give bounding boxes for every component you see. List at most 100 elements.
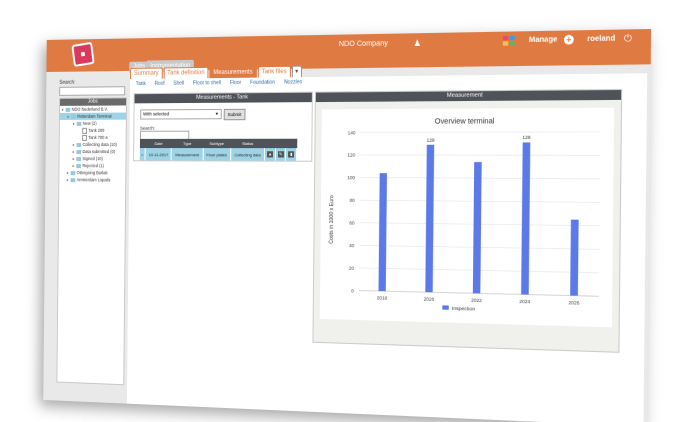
y-tick-label: 100 — [347, 175, 355, 180]
jobs-tree: Jobs ▸NDO Nederland B.V.▸Rotterdam Termi… — [56, 97, 127, 385]
tree-item-label: Tank 209 — [88, 128, 104, 133]
cell-status: Collecting data — [230, 148, 264, 160]
data-label: 128 — [522, 135, 531, 140]
folder-icon — [76, 143, 81, 147]
tree-item-label: Signed (10) — [82, 156, 102, 161]
col-action-2 — [275, 139, 286, 148]
y-tick-label: 140 — [348, 130, 356, 135]
folder-icon — [76, 157, 81, 161]
tree-item-label: Data submitted (0) — [82, 149, 115, 154]
sidebar-search-label: Search: — [59, 80, 75, 86]
x-tick-label: 2024 — [519, 299, 531, 305]
folder-icon — [71, 178, 76, 182]
col-status[interactable]: Status — [231, 139, 265, 148]
x-tick-label: 2026 — [568, 300, 580, 306]
cell-delete: ▮ — [286, 148, 297, 161]
cell-type: Measurement — [171, 148, 202, 160]
folder-icon — [66, 108, 71, 112]
bar-2018[interactable] — [378, 173, 386, 291]
tree-item-label: NDO Nederland B.V. — [72, 107, 108, 112]
bar-2022[interactable] — [473, 162, 482, 293]
cell-date: 10-11-2017 — [145, 148, 171, 160]
y-tick-label: 40 — [349, 243, 355, 248]
col-action-3 — [286, 139, 297, 148]
bar-2020[interactable] — [425, 145, 434, 293]
col-type[interactable]: Type — [172, 139, 203, 148]
folder-icon — [71, 171, 76, 175]
folder-icon — [77, 122, 82, 126]
y-tick-label: 80 — [350, 198, 356, 203]
measurement-chart-panel: Measurement Overview terminal Costs in 1… — [312, 89, 622, 353]
col-date[interactable]: Date — [145, 139, 171, 148]
power-icon[interactable]: ⏻ — [624, 33, 632, 45]
subtab-nozzles[interactable]: Nozzles — [284, 79, 302, 85]
subtab-shell[interactable]: Shell — [173, 80, 184, 86]
measurements-panel: Measurements - Tank With selected ▼ Subm… — [133, 92, 313, 162]
trash-icon[interactable]: ▮ — [288, 151, 294, 157]
cell-upload: ▲ — [265, 148, 276, 160]
tree-item[interactable]: Tank 700 a — [60, 134, 126, 141]
x-tick-label: 2018 — [377, 295, 388, 301]
subtab-roof[interactable]: Roof — [154, 81, 164, 87]
cell-subtype: Floor plates — [203, 148, 231, 160]
legend-item-inspection[interactable]: Inspection — [452, 306, 476, 313]
measurement-panel-title: Measurement — [316, 90, 621, 102]
cell-edit: ✎ — [275, 148, 286, 161]
bulk-action-select[interactable]: With selected ▼ — [140, 109, 222, 120]
sub-tabs: Tank Roof Shell Floor to shell Floor Fou… — [136, 79, 302, 87]
folder-icon — [71, 115, 76, 119]
table-row[interactable]: ○ 10-11-2017 Measurement Floor plates Co… — [140, 148, 297, 161]
sidebar-search-input[interactable] — [59, 86, 125, 96]
folder-icon — [76, 150, 81, 154]
y-tick-label: 20 — [349, 265, 355, 270]
tree-item[interactable]: ▸Collecting data (10) — [60, 141, 126, 148]
manage-link[interactable]: Manage — [529, 36, 558, 44]
chart-title: Overview terminal — [435, 118, 495, 126]
y-tick-label: 0 — [351, 288, 354, 293]
tree-item-label: Collecting data (10) — [83, 142, 117, 147]
submit-button[interactable]: Submit — [224, 109, 246, 120]
tree-item-label: Rejected (1) — [82, 163, 104, 168]
bar-2024[interactable] — [521, 142, 530, 294]
subtab-floor[interactable]: Floor — [230, 80, 241, 86]
subtab-tank[interactable]: Tank — [136, 81, 146, 87]
col-action-1 — [265, 139, 276, 148]
y-tick-label: 120 — [347, 153, 355, 158]
content-area: Tank Roof Shell Floor to shell Floor Fou… — [127, 73, 647, 422]
x-tick-label: 2022 — [471, 297, 482, 303]
chevron-down-icon: ▼ — [215, 110, 219, 118]
user-icon[interactable]: ♟ — [413, 38, 421, 48]
overview-chart: Overview terminal Costs in 1000 x Euro 0… — [320, 108, 614, 328]
manage-grid-icon[interactable] — [503, 36, 515, 46]
tree-item-label: Tank 700 a — [88, 135, 107, 140]
tree-item-label: Rotterdam Terminal — [77, 114, 111, 119]
table-header-row: Date Type Subtype Status — [140, 139, 297, 148]
app-logo[interactable]: ■ — [71, 42, 94, 67]
tree-item-label: Ottergoing Barlab — [77, 170, 108, 175]
subtab-floor-to-shell[interactable]: Floor to shell — [193, 80, 221, 86]
username[interactable]: roeland — [587, 35, 615, 43]
bar-2026[interactable] — [570, 220, 579, 296]
data-label: 129 — [427, 137, 436, 142]
measurements-panel-title: Measurements - Tank — [135, 93, 312, 104]
tree-item-label: Amsterdam Liquids — [77, 177, 111, 182]
subtab-foundation[interactable]: Foundation — [250, 79, 275, 85]
file-icon — [82, 135, 87, 141]
sidebar: Search: Jobs ▸NDO Nederland B.V.▸Rotterd… — [54, 79, 127, 393]
app-window: ■ NDO Company ♟ Manage + roeland ⏻ Jobs … — [43, 29, 651, 422]
upload-icon[interactable]: ▲ — [267, 151, 273, 157]
col-subtype[interactable]: Subtype — [203, 139, 231, 148]
edit-icon[interactable]: ✎ — [278, 151, 284, 157]
measurements-table: Date Type Subtype Status ○ 10-11-2017 Me… — [140, 139, 298, 161]
folder-icon — [76, 164, 81, 168]
tree-item[interactable]: ▸Amsterdam Liquids — [59, 176, 125, 183]
x-tick-label: 2020 — [424, 296, 435, 302]
file-icon — [82, 128, 87, 134]
tree-item-label: New (2) — [83, 121, 97, 126]
company-name: NDO Company — [339, 40, 388, 48]
plus-icon[interactable]: + — [564, 35, 574, 45]
y-tick-label: 60 — [349, 220, 355, 225]
chart-container: Overview terminal Costs in 1000 x Euro 0… — [320, 108, 614, 328]
bulk-action-value: With selected — [143, 111, 169, 116]
chart-y-axis-label: Costs in 1000 x Euro — [329, 195, 336, 244]
